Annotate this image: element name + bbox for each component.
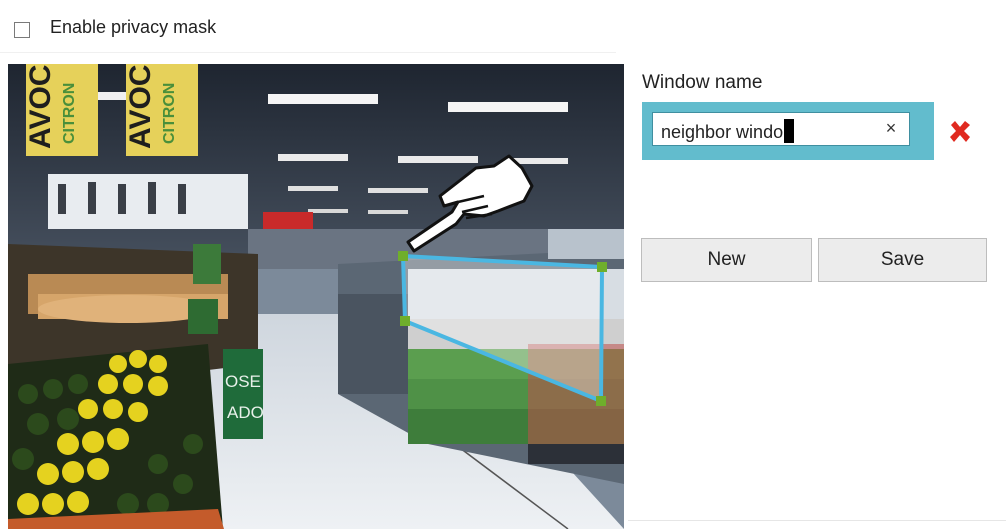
mask-handle[interactable] [596, 396, 606, 406]
window-name-input[interactable]: neighbor windo × [652, 112, 910, 146]
sign-text-6: ADO [227, 403, 264, 422]
save-button[interactable]: Save [818, 238, 987, 282]
privacy-mask-toolbar: Enable privacy mask [0, 0, 616, 53]
enable-privacy-mask-checkbox[interactable] [14, 22, 30, 38]
mask-settings-panel: Window name neighbor windo × New Save [628, 52, 1006, 529]
delete-mask-icon[interactable] [946, 118, 974, 146]
mask-handle[interactable] [400, 316, 410, 326]
sign-text-2: CITRON [61, 83, 78, 144]
sign-text-1: AVOC [24, 65, 57, 149]
window-name-value: neighbor windo [661, 119, 795, 143]
window-name-field-highlight: neighbor windo × [642, 102, 934, 160]
sign-text-3: AVOC [124, 65, 157, 149]
divider [628, 520, 1006, 521]
mask-handle[interactable] [597, 262, 607, 272]
text-cursor [784, 119, 795, 143]
sign-text-4: CITRON [161, 83, 178, 144]
new-button[interactable]: New [641, 238, 812, 282]
window-name-label: Window name [642, 72, 763, 93]
mask-handle[interactable] [398, 251, 408, 261]
video-preview[interactable]: AVOC CITRON AVOC CITRON OSE ADO [8, 64, 624, 529]
enable-privacy-mask-label[interactable]: Enable privacy mask [50, 17, 216, 38]
clear-input-icon[interactable]: × [881, 118, 901, 139]
sign-text-5: OSE [225, 372, 261, 391]
supermarket-scene: AVOC CITRON AVOC CITRON OSE ADO [8, 64, 624, 529]
